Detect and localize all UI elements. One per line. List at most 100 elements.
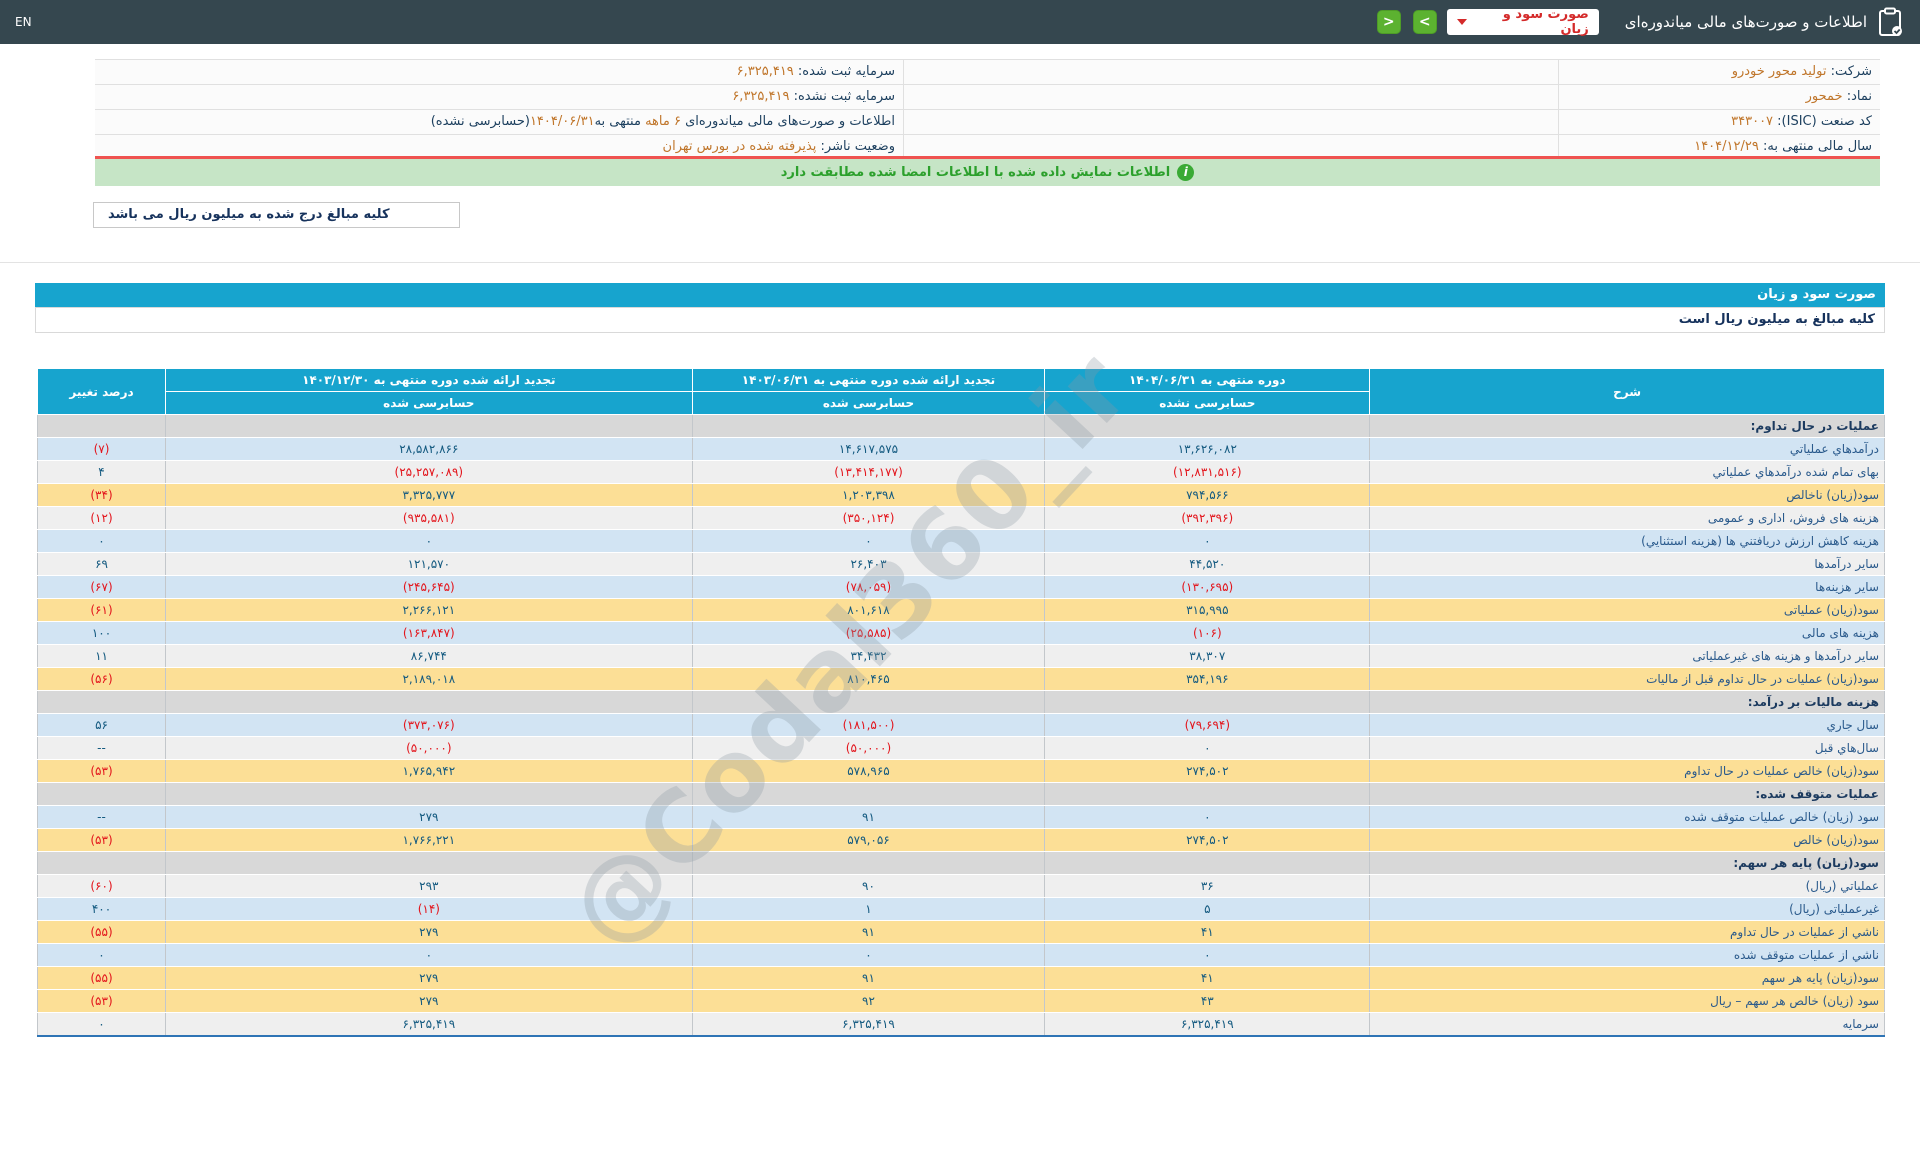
info-value: ۳۴۳۰۰۷ xyxy=(1731,114,1773,129)
change-cell: (۱۲) xyxy=(38,507,166,530)
cell-value: ۵۷۸,۹۶۵ xyxy=(847,764,890,778)
change-cell: ۶۹ xyxy=(38,553,166,576)
change-cell: ۰ xyxy=(38,530,166,553)
value-cell: ۵۷۸,۹۶۵ xyxy=(692,760,1045,783)
change-cell: (۳۴) xyxy=(38,484,166,507)
change-cell xyxy=(38,415,166,438)
amounts-unit-box: کلیه مبالغ درج شده به میلیون ریال می باش… xyxy=(93,202,460,228)
value-cell: ۹۱ xyxy=(692,806,1045,829)
col-header-current-audit-status: حسابرسی نشده xyxy=(1045,392,1370,415)
row-label: سود(زیان) خالص عملیات در حال تداوم xyxy=(1370,760,1885,783)
col-header-year-audit-status: حسابرسی شده xyxy=(166,392,693,415)
cell-value: ۲۸,۵۸۲,۸۶۶ xyxy=(399,442,458,456)
chevron-down-icon xyxy=(1457,19,1467,25)
cell-value: ۸۰۱,۶۱۸ xyxy=(847,603,890,617)
change-cell: (۷) xyxy=(38,438,166,461)
change-cell: ۵۶ xyxy=(38,714,166,737)
row-label: ساير درآمدها xyxy=(1370,553,1885,576)
value-cell: ۳۵۴,۱۹۶ xyxy=(1045,668,1370,691)
info-label: نماد: xyxy=(1843,89,1872,104)
value-cell: ۲۶,۴۰۳ xyxy=(692,553,1045,576)
page-title: اطلاعات و صورت‌های مالی میاندوره‌ای xyxy=(1625,13,1867,31)
cell-value: ۸۱۰,۴۶۵ xyxy=(847,672,890,686)
cell-value: ۲۷۹ xyxy=(419,994,438,1008)
table-row: هزینه مالیات بر درآمد: xyxy=(38,691,1885,714)
cell-value: (۱۲,۸۳۱,۵۱۶) xyxy=(1173,465,1242,479)
language-switch-en[interactable]: EN xyxy=(15,15,32,29)
value-cell xyxy=(692,852,1045,875)
row-label: سایر هزینه‌ها xyxy=(1370,576,1885,599)
cell-value: (۹۳۵,۵۸۱) xyxy=(403,511,455,525)
table-row: هزینه های فروش، اداری و عمومی(۳۹۲,۳۹۶)(۳… xyxy=(38,507,1885,530)
value-cell: (۱۸۱,۵۰۰) xyxy=(692,714,1045,737)
row-label: غیرعملیاتی (ريال) xyxy=(1370,898,1885,921)
value-cell xyxy=(1045,852,1370,875)
change-cell: (۵۵) xyxy=(38,921,166,944)
change-cell: ۴۰۰ xyxy=(38,898,166,921)
value-cell: ۲۷۴,۵۰۲ xyxy=(1045,829,1370,852)
value-cell: ۵ xyxy=(1045,898,1370,921)
cell-value: (۱۲) xyxy=(90,511,112,525)
info-spacer-cell xyxy=(903,85,1558,109)
change-cell xyxy=(38,852,166,875)
cell-value: ۳۴,۴۳۲ xyxy=(850,649,886,663)
cell-value: ۲۷۹ xyxy=(419,925,438,939)
statement-type-dropdown[interactable]: صورت سود و زیان xyxy=(1447,9,1599,35)
cell-value: (۵۳) xyxy=(90,833,112,847)
cell-value: ۱,۷۶۵,۹۴۲ xyxy=(402,764,455,778)
cell-value: ۱۰۰ xyxy=(92,626,111,640)
clipboard-icon xyxy=(1877,7,1905,37)
value-cell: ۹۱ xyxy=(692,967,1045,990)
row-label: سال جاري xyxy=(1370,714,1885,737)
cell-value: ۶,۳۲۵,۴۱۹ xyxy=(1181,1017,1234,1031)
value-cell: ۸۰۱,۶۱۸ xyxy=(692,599,1045,622)
value-cell: ۰ xyxy=(1045,944,1370,967)
table-header: شرح دوره منتهی به ۱۴۰۴/۰۶/۳۱ تجدید ارائه… xyxy=(38,369,1885,415)
value-cell: ۵۷۹,۰۵۶ xyxy=(692,829,1045,852)
company-field: نماد: خمحور xyxy=(1558,85,1880,109)
info-spacer-cell xyxy=(903,110,1558,134)
signature-match-banner: i اطلاعات نمایش داده شده با اطلاعات امضا… xyxy=(95,156,1880,186)
cell-value: (۵۵) xyxy=(90,971,112,985)
table-row: هزينه كاهش ارزش دريافتني ها (هزينه استثن… xyxy=(38,530,1885,553)
change-cell: ۰ xyxy=(38,1013,166,1036)
cell-value: ۴۴,۵۲۰ xyxy=(1189,557,1225,571)
value-cell: ۱,۲۰۳,۳۹۸ xyxy=(692,484,1045,507)
row-label: بهای تمام شده درآمدهاي عملياتي xyxy=(1370,461,1885,484)
change-cell xyxy=(38,691,166,714)
value-cell: ۱,۷۶۶,۲۲۱ xyxy=(166,829,693,852)
value-cell: ۳۴,۴۳۲ xyxy=(692,645,1045,668)
table-row: بهای تمام شده درآمدهاي عملياتي (۱۲,۸۳۱,۵۱… xyxy=(38,461,1885,484)
cell-value: -- xyxy=(97,741,106,755)
cell-value: (۱۸۱,۵۰۰) xyxy=(843,718,895,732)
value-cell: (۵۰,۰۰۰) xyxy=(166,737,693,760)
cell-value: ۹۱ xyxy=(862,810,875,824)
table-row: ناشي از عملیات متوقف شده۰۰۰۰ xyxy=(38,944,1885,967)
value-cell: (۵۰,۰۰۰) xyxy=(692,737,1045,760)
row-label: هزينه كاهش ارزش دريافتني ها (هزينه استثن… xyxy=(1370,530,1885,553)
cell-value: ۱۳,۶۲۶,۰۸۲ xyxy=(1178,442,1237,456)
cell-value: (۷) xyxy=(94,442,110,456)
next-statement-button[interactable]: > xyxy=(1413,10,1437,34)
value-cell: ۲۷۹ xyxy=(166,921,693,944)
cell-value: ۲۹۳ xyxy=(419,879,438,893)
value-cell: ۲,۲۶۶,۱۲۱ xyxy=(166,599,693,622)
table-row: هزینه های مالی(۱۰۶)(۲۵,۵۸۵)(۱۶۳,۸۴۷)۱۰۰ xyxy=(38,622,1885,645)
cell-value: (۶۱) xyxy=(90,603,112,617)
change-cell: (۵۳) xyxy=(38,990,166,1013)
capital-field: سرمایه ثبت شده: ۶,۳۲۵,۴۱۹ xyxy=(95,60,903,84)
cell-value: ۳,۳۲۵,۷۷۷ xyxy=(402,488,455,502)
cell-value: (۳۹۲,۳۹۶) xyxy=(1181,511,1233,525)
value-cell: ۸۱۰,۴۶۵ xyxy=(692,668,1045,691)
cell-value: ۷۹۴,۵۶۶ xyxy=(1186,488,1229,502)
cell-value: (۷۹,۶۹۴) xyxy=(1185,718,1230,732)
table-row: سایر هزینه‌ها(۱۳۰,۶۹۵)(۷۸,۰۵۹)(۲۴۵,۶۴۵)(… xyxy=(38,576,1885,599)
value-cell xyxy=(692,691,1045,714)
value-cell: ۳۶ xyxy=(1045,875,1370,898)
cell-value: ۲,۲۶۶,۱۲۱ xyxy=(402,603,455,617)
table-row: ساير درآمدها۴۴,۵۲۰۲۶,۴۰۳۱۲۱,۵۷۰۶۹ xyxy=(38,553,1885,576)
info-label: سرمایه ثبت شده: xyxy=(794,64,895,79)
previous-statement-button[interactable]: < xyxy=(1377,10,1401,34)
cell-value: ۲۷۴,۵۰۲ xyxy=(1186,833,1229,847)
row-label: سود(زیان) خالص xyxy=(1370,829,1885,852)
